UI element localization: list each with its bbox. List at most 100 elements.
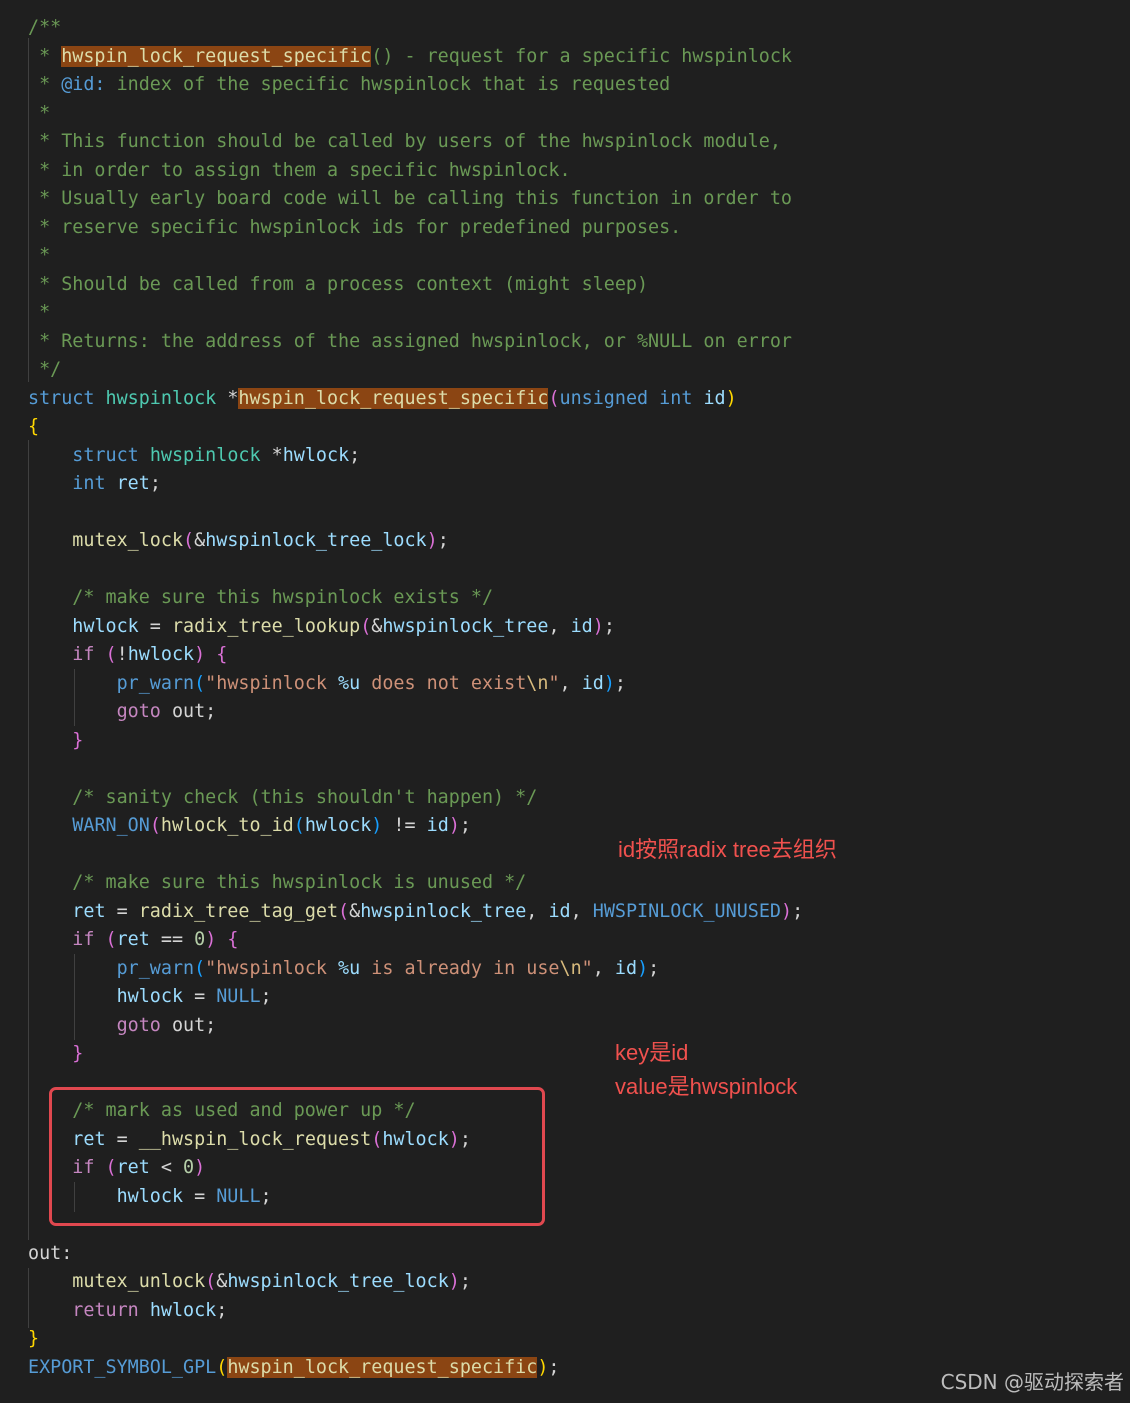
code-token: (	[548, 387, 560, 409]
code-token: )	[592, 615, 604, 637]
code-token: out	[171, 1014, 206, 1036]
code-token: (	[105, 929, 117, 950]
code-token: return	[72, 1299, 139, 1321]
code-line[interactable]: return hwlock;	[28, 1297, 227, 1325]
code-token: id	[703, 387, 726, 409]
code-token: ,	[548, 615, 571, 637]
annotation-radix-tree: id按照radix tree去组织	[618, 837, 837, 862]
code-line[interactable]: if (ret == 0) {	[28, 926, 238, 954]
code-line[interactable]: mutex_lock(&hwspinlock_tree_lock);	[28, 527, 449, 555]
code-token: ;	[614, 672, 626, 694]
code-line[interactable]: hwlock = radix_tree_lookup(&hwspinlock_t…	[28, 613, 615, 641]
code-token: ;	[459, 815, 471, 836]
code-token: * Usually early board code will be calli…	[28, 188, 792, 209]
code-token: )	[603, 672, 615, 694]
code-line[interactable]: * This function should be called by user…	[28, 128, 781, 156]
code-line[interactable]: {	[28, 413, 39, 441]
code-token: pr_warn	[116, 957, 195, 979]
code-token: if	[72, 929, 95, 950]
code-token: out:	[28, 1242, 73, 1264]
code-token: id	[570, 615, 593, 637]
code-token: )	[448, 815, 460, 836]
code-line[interactable]: pr_warn("hwspinlock %u is already in use…	[28, 955, 660, 983]
code-token: (	[205, 1271, 217, 1292]
watermark: CSDN @驱动探索者	[940, 1370, 1124, 1394]
code-line[interactable]: mutex_unlock(&hwspinlock_tree_lock);	[28, 1268, 471, 1296]
code-token: =	[105, 900, 139, 922]
code-line[interactable]: *	[28, 100, 50, 128]
code-token: ,	[592, 957, 615, 979]
code-token: (	[293, 815, 305, 836]
code-line[interactable]: /* sanity check (this shouldn't happen) …	[28, 784, 537, 812]
code-token: does not exist	[360, 672, 527, 694]
code-token: =	[138, 615, 172, 637]
code-line[interactable]: hwlock = NULL;	[28, 983, 272, 1011]
code-line[interactable]: pr_warn("hwspinlock %u does not exist\n"…	[28, 670, 626, 698]
code-line[interactable]: * Usually early board code will be calli…	[28, 185, 792, 213]
code-line[interactable]: out:	[28, 1240, 72, 1268]
code-token: ret	[116, 929, 150, 950]
code-line[interactable]: /* make sure this hwspinlock is unused *…	[28, 869, 526, 897]
code-line[interactable]: /**	[28, 14, 61, 42]
code-line[interactable]: * reserve specific hwspinlock ids for pr…	[28, 214, 681, 242]
code-line[interactable]: }	[28, 1040, 83, 1068]
code-token: hwlock_to_id	[160, 815, 294, 836]
code-token: hwspin_lock_request_specific	[238, 387, 549, 409]
code-line[interactable]: }	[28, 727, 83, 755]
code-token: () - request for a specific hwspinlock	[371, 45, 792, 67]
code-line[interactable]: struct hwspinlock *hwspin_lock_request_s…	[28, 385, 737, 413]
code-line[interactable]: * Should be called from a process contex…	[28, 271, 648, 299]
code-line[interactable]: *	[28, 242, 50, 270]
code-line[interactable]: * @id: index of the specific hwspinlock …	[28, 71, 670, 99]
code-token: is already in use	[360, 957, 560, 979]
code-token: )	[537, 1356, 549, 1378]
code-token: * This function should be called by user…	[28, 131, 781, 152]
code-line[interactable]: struct hwspinlock *hwlock;	[28, 442, 360, 470]
code-token: int	[72, 473, 106, 494]
code-token: ,	[570, 900, 593, 922]
code-token: @id:	[61, 74, 106, 95]
code-line[interactable]: * Returns: the address of the assigned h…	[28, 328, 792, 356]
code-token: {	[216, 644, 228, 665]
code-token: */	[28, 359, 62, 380]
code-token: %u	[338, 957, 361, 979]
code-line[interactable]: ret = radix_tree_tag_get(&hwspinlock_tre…	[28, 898, 803, 926]
code-token: \n	[559, 957, 582, 979]
code-token: hwlock	[127, 644, 195, 665]
code-line[interactable]: if (!hwlock) {	[28, 641, 227, 669]
code-token: (	[183, 530, 195, 551]
code-token: *	[28, 245, 51, 266]
code-line[interactable]: goto out;	[28, 698, 217, 726]
code-line[interactable]: /* make sure this hwspinlock exists */	[28, 584, 493, 612]
code-line[interactable]: EXPORT_SYMBOL_GPL(hwspin_lock_request_sp…	[28, 1354, 560, 1382]
code-line[interactable]: * in order to assign them a specific hws…	[28, 157, 570, 185]
code-token: hwspinlock_tree	[382, 615, 549, 637]
code-line[interactable]: int ret;	[28, 470, 161, 498]
code-token: )	[194, 644, 206, 665]
code-token: {	[28, 416, 40, 437]
code-line[interactable]: goto out;	[28, 1012, 217, 1040]
highlight-box	[49, 1087, 545, 1226]
code-line[interactable]: */	[28, 356, 61, 384]
code-line[interactable]: WARN_ON(hwlock_to_id(hwlock) != id);	[28, 812, 471, 840]
code-line[interactable]: *	[28, 299, 50, 327]
code-line[interactable]: * hwspin_lock_request_specific() - reque…	[28, 43, 792, 71]
code-token: hwlock	[72, 615, 139, 637]
code-token: (	[194, 672, 206, 694]
code-token: struct	[72, 444, 139, 466]
code-token: *	[28, 74, 62, 95]
code-token: ret	[72, 900, 106, 922]
code-line[interactable]: }	[28, 1325, 39, 1353]
code-token: &	[194, 530, 206, 551]
code-token: hwspinlock	[149, 444, 261, 466]
